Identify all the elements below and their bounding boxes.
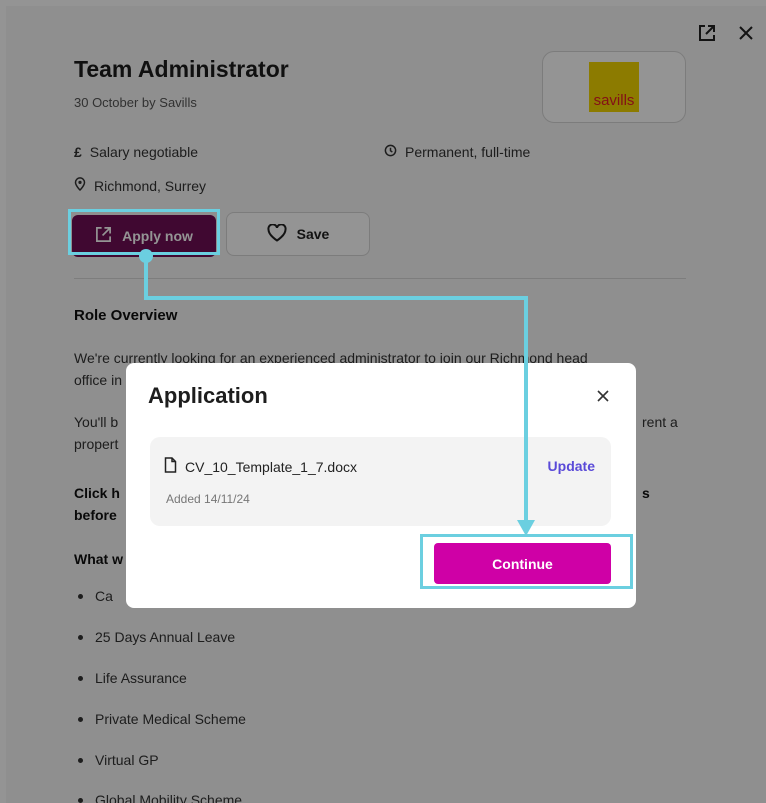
arrow-line [144, 256, 528, 524]
arrow-head [517, 520, 535, 536]
instruction-arrow [139, 249, 535, 536]
